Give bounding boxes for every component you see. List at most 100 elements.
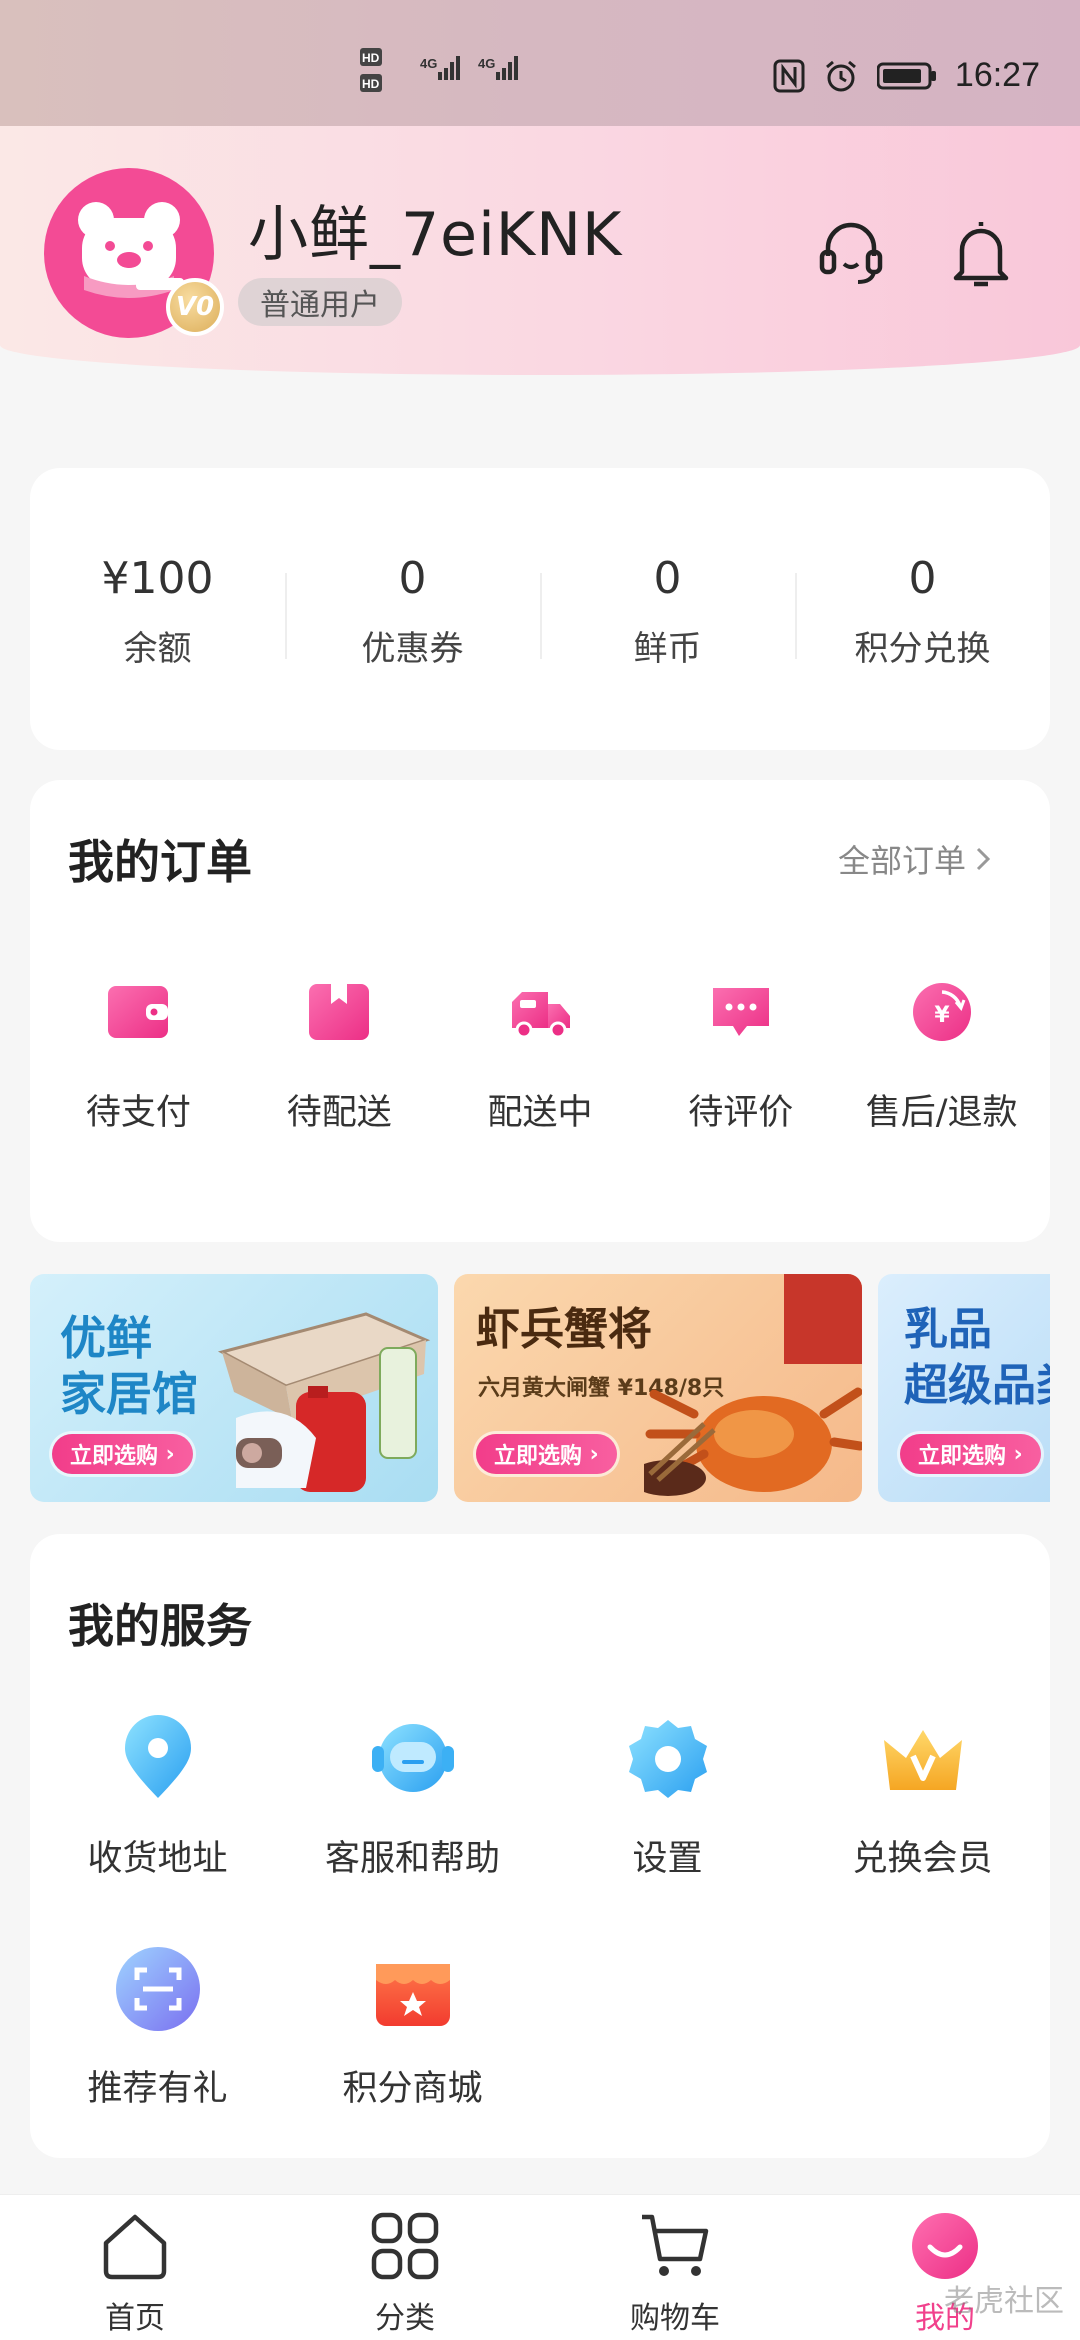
chevron-right-icon [976, 847, 991, 871]
button-label: 立即选购 [918, 1444, 1007, 1469]
nav-label: 分类 [375, 2301, 435, 2336]
stat-label: 积分兑换 [854, 628, 991, 669]
svg-text:4G: 4G [478, 56, 495, 71]
banner-title-line: 超级品类 [904, 1360, 1050, 1411]
stat-label: 优惠券 [361, 628, 464, 669]
status-bar: HD HD 4G 4G 16:27 [0, 0, 1080, 126]
order-after-sales-refund[interactable]: ¥ 售后/退款 [841, 980, 1042, 1135]
customer-service-icon[interactable] [818, 216, 884, 290]
comment-icon [712, 988, 769, 1036]
user-level-badge: 普通用户 [238, 278, 402, 326]
bottom-navigation: 首页 分类 购物车 我的 [0, 2194, 1080, 2340]
service-referral-reward[interactable]: 推荐有礼 [30, 1944, 285, 2174]
order-label: 待支付 [85, 1093, 191, 1133]
banner-dairy[interactable]: 乳品 超级品类 立即选购 › [878, 1274, 1050, 1502]
cart-icon [642, 2214, 709, 2276]
banner-home-goods[interactable]: 优鲜 家居馆 立即选购 › [30, 1274, 438, 1502]
order-label: 售后/退款 [865, 1093, 1018, 1133]
stat-value: 0 [398, 552, 427, 604]
nav-home[interactable]: 首页 [0, 2195, 270, 2340]
category-icon [371, 2212, 439, 2280]
svg-text:HD: HD [362, 51, 380, 65]
profile-icon [912, 2213, 978, 2279]
svg-text:¥: ¥ [934, 1003, 950, 1028]
banner-title-line: 乳品 [904, 1304, 992, 1355]
banner-shop-now-button[interactable]: 立即选购 › [900, 1434, 1041, 1474]
button-label: 立即选购 [494, 1444, 583, 1469]
stat-value: 0 [653, 552, 682, 604]
crab-product-image [644, 1274, 862, 1496]
home-goods-product-image [217, 1312, 431, 1492]
username: 小鲜_7eiKNK [248, 200, 623, 270]
order-pending-payment[interactable]: 待支付 [38, 980, 239, 1135]
stat-fresh-coins[interactable]: 0 鲜币 [540, 549, 795, 670]
nav-label: 首页 [105, 2301, 165, 2336]
order-in-delivery[interactable]: 配送中 [440, 980, 641, 1135]
service-settings[interactable]: 设置 [540, 1714, 795, 1944]
watermark: 老虎社区 [944, 2284, 1064, 2319]
package-icon [309, 984, 370, 1040]
orders-title: 我的订单 [68, 835, 252, 889]
stat-value: 0 [908, 552, 937, 604]
my-orders-card: 我的订单 全部订单 待支付 待配送 配送中 待评价 ¥ 售后/退款 [30, 780, 1050, 1242]
alarm-icon [825, 60, 856, 91]
order-label: 待配送 [286, 1093, 392, 1133]
my-services-card: 我的服务 收货地址 客服和帮助 设置 兑换会员 推荐有礼 积分商城 [30, 1534, 1050, 2158]
svg-text:4G: 4G [420, 56, 437, 71]
stat-balance[interactable]: ¥100 余额 [30, 549, 285, 670]
banner-title-line: 家居馆 [60, 1367, 198, 1421]
service-label: 推荐有礼 [87, 2069, 228, 2109]
order-label: 配送中 [487, 1093, 593, 1133]
svg-text:HD: HD [362, 77, 380, 91]
service-label: 兑换会员 [852, 1839, 993, 1879]
stat-label: 鲜币 [633, 628, 702, 669]
scan-icon [115, 1947, 200, 2031]
service-label: 积分商城 [342, 2069, 483, 2109]
promo-banner-carousel[interactable]: 优鲜 家居馆 立即选购 › 虾兵蟹将 六月黄大闸蟹 ¥148/8只 立即选购 › [30, 1274, 1050, 1502]
service-label: 收货地址 [87, 1839, 228, 1879]
services-title: 我的服务 [68, 1599, 252, 1653]
delivery-truck-icon [511, 992, 570, 1039]
order-pending-review[interactable]: 待评价 [640, 980, 841, 1135]
service-label: 客服和帮助 [324, 1839, 500, 1879]
nav-label: 购物车 [630, 2301, 720, 2336]
nfc-icon [773, 59, 805, 92]
battery-icon [876, 62, 936, 89]
headset-icon [371, 1724, 454, 1792]
service-redeem-membership[interactable]: 兑换会员 [795, 1714, 1050, 1944]
stat-value: ¥100 [101, 552, 214, 604]
store-icon [375, 1964, 450, 2026]
banner-title: 虾兵蟹将 [476, 1304, 652, 1355]
stat-label: 余额 [123, 628, 192, 669]
button-label: 立即选购 [70, 1444, 159, 1469]
banner-shop-now-button[interactable]: 立即选购 › [52, 1434, 193, 1474]
service-label: 设置 [632, 1839, 703, 1879]
all-orders-link[interactable]: 全部订单 [838, 836, 992, 882]
nav-category[interactable]: 分类 [270, 2195, 540, 2340]
location-pin-icon [124, 1715, 191, 1798]
vip-level-badge: V0 [166, 278, 224, 336]
banner-title-line: 优鲜 [60, 1311, 152, 1365]
service-customer-help[interactable]: 客服和帮助 [285, 1714, 540, 1944]
stat-coupons[interactable]: 0 优惠券 [285, 549, 540, 670]
stat-points-exchange[interactable]: 0 积分兑换 [795, 549, 1050, 670]
account-stats-card: ¥100 余额 0 优惠券 0 鲜币 0 积分兑换 [30, 468, 1050, 750]
banner-title: 优鲜 家居馆 [60, 1310, 198, 1422]
service-points-mall[interactable]: 积分商城 [285, 1944, 540, 2174]
banner-seafood[interactable]: 虾兵蟹将 六月黄大闸蟹 ¥148/8只 立即选购 › [454, 1274, 862, 1502]
signal-icon: HD HD 4G 4G [360, 48, 518, 92]
gear-icon [628, 1720, 707, 1798]
wallet-icon [108, 986, 169, 1038]
all-orders-label: 全部订单 [837, 842, 966, 880]
service-shipping-address[interactable]: 收货地址 [30, 1714, 285, 1944]
status-time: 16:27 [954, 56, 1040, 94]
bell-icon[interactable] [948, 216, 1014, 290]
refund-icon: ¥ [912, 983, 971, 1041]
banner-shop-now-button[interactable]: 立即选购 › [476, 1434, 617, 1474]
order-label: 待评价 [688, 1093, 794, 1133]
crown-icon [883, 1730, 962, 1790]
order-pending-delivery[interactable]: 待配送 [239, 980, 440, 1135]
home-icon [103, 2214, 167, 2280]
banner-title: 乳品 超级品类 [904, 1302, 1050, 1414]
nav-cart[interactable]: 购物车 [540, 2195, 810, 2340]
